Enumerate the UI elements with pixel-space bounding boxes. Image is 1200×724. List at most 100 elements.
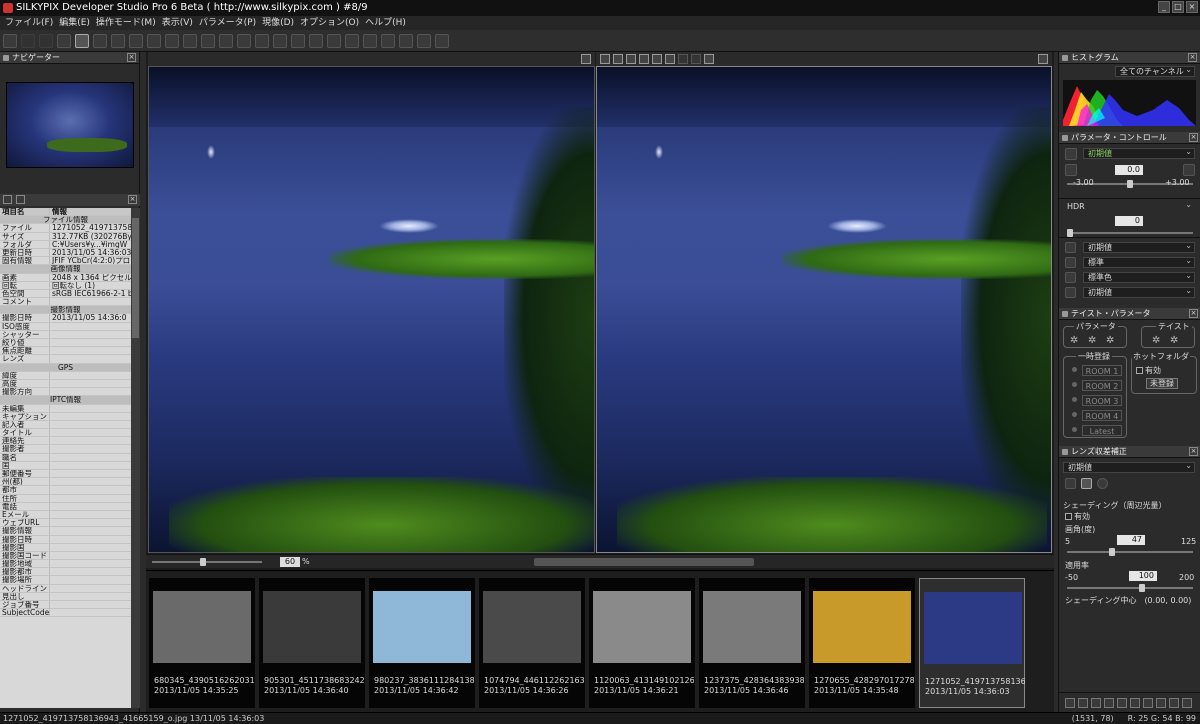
fullscreen-icon[interactable] xyxy=(435,33,449,48)
lens-tab-2-icon[interactable] xyxy=(1081,478,1092,489)
sharpness-icon[interactable] xyxy=(1065,287,1076,298)
tool-8-icon[interactable] xyxy=(1156,697,1166,708)
grid-view-icon[interactable] xyxy=(57,33,71,48)
rate-input[interactable]: 100 xyxy=(1129,571,1157,581)
tool-9-icon[interactable] xyxy=(1169,697,1179,708)
menu-option[interactable]: オプション(O) xyxy=(297,16,362,30)
navigator-thumbnail[interactable] xyxy=(6,82,134,168)
prev-icon[interactable] xyxy=(652,54,662,64)
menu-develop[interactable]: 現像(D) xyxy=(259,16,297,30)
room-3[interactable]: ROOM 3 xyxy=(1072,395,1132,406)
film-thumbnail[interactable]: 1237375_428364383938 2013/11/05 14:36:46 xyxy=(699,578,805,708)
shading-enable[interactable]: 有効 xyxy=(1065,511,1090,522)
color-icon[interactable] xyxy=(1065,272,1076,283)
info-scrollbar[interactable] xyxy=(131,208,140,708)
unregistered-button[interactable]: 未登録 xyxy=(1146,378,1178,389)
angle-input[interactable]: 47 xyxy=(1117,535,1145,545)
param-close-button[interactable]: × xyxy=(1189,133,1198,142)
menu-file[interactable]: ファイル(F) xyxy=(2,16,56,30)
puzzle-icon[interactable] xyxy=(417,33,431,48)
rate-slider[interactable] xyxy=(1067,584,1193,592)
lens-tab-3-icon[interactable] xyxy=(1097,478,1108,489)
menu-param[interactable]: パラメータ(P) xyxy=(196,16,259,30)
room-2[interactable]: ROOM 2 xyxy=(1072,380,1132,391)
film-thumbnail[interactable]: 1120063_413149102126 2013/11/05 14:36:21 xyxy=(589,578,695,708)
lens-tab-1-icon[interactable] xyxy=(1065,478,1076,489)
crop-icon[interactable] xyxy=(291,33,305,48)
film-thumbnail[interactable]: 905301_4511738683242 2013/11/05 14:36:40 xyxy=(259,578,365,708)
param-preset-select[interactable]: 初期値 xyxy=(1083,147,1195,159)
auto-exposure-icon[interactable] xyxy=(1183,164,1195,176)
compare-mode-icon[interactable] xyxy=(600,54,610,64)
sync-icon[interactable] xyxy=(613,54,623,64)
film-thumbnail[interactable]: 1270655_428297017278 2013/11/05 14:35:48 xyxy=(809,578,915,708)
hdr-slider[interactable] xyxy=(1067,229,1193,237)
minimize-button[interactable]: _ xyxy=(1158,1,1170,13)
hammer-icon[interactable] xyxy=(381,33,395,48)
tool-10-icon[interactable] xyxy=(1182,697,1192,708)
next-icon[interactable] xyxy=(665,54,675,64)
angle-slider[interactable] xyxy=(1067,548,1193,556)
exposure-icon[interactable] xyxy=(1065,164,1077,176)
preview-after[interactable] xyxy=(596,66,1052,553)
taste-apply-icon[interactable]: ✲ xyxy=(1170,335,1178,346)
hdr-select[interactable] xyxy=(1063,200,1195,212)
channel-select[interactable]: 全てのチャンネル xyxy=(1115,65,1195,77)
undo-icon[interactable] xyxy=(21,33,35,48)
param-preset-icon[interactable] xyxy=(1065,148,1077,160)
brush-icon[interactable] xyxy=(237,33,251,48)
menu-view[interactable]: 表示(V) xyxy=(159,16,196,30)
param-select-4[interactable]: 初期値 xyxy=(1083,286,1195,298)
taste-add-icon[interactable]: ✲ xyxy=(1152,335,1160,346)
undo-view-icon[interactable] xyxy=(678,54,688,64)
lens-preset-select[interactable]: 初期値 xyxy=(1063,461,1195,473)
preview-before[interactable] xyxy=(148,66,595,553)
maximize-button[interactable]: □ xyxy=(1172,1,1184,13)
compare-view-icon[interactable] xyxy=(111,33,125,48)
warning-icon[interactable] xyxy=(129,33,143,48)
picker-icon[interactable] xyxy=(219,33,233,48)
view-option-icon[interactable] xyxy=(704,54,714,64)
grid-icon[interactable] xyxy=(639,54,649,64)
menu-mode[interactable]: 操作モード(M) xyxy=(93,16,159,30)
histogram-close-button[interactable]: × xyxy=(1188,53,1197,62)
exposure-input[interactable]: 0.0 xyxy=(1115,165,1143,175)
film-thumbnail[interactable]: 1074794_446112262163 2013/11/05 14:36:26 xyxy=(479,578,585,708)
tool-5-icon[interactable] xyxy=(1117,697,1127,708)
info-tab-folder-icon[interactable] xyxy=(3,195,12,204)
rotate-left-icon[interactable] xyxy=(147,33,161,48)
param-select-3[interactable]: 標準色 xyxy=(1083,271,1195,283)
tool-4-icon[interactable] xyxy=(1104,697,1114,708)
view-close-icon[interactable] xyxy=(1038,54,1048,64)
menu-edit[interactable]: 編集(E) xyxy=(56,16,93,30)
horizontal-scrollbar[interactable] xyxy=(534,558,754,566)
left-view-option-icon[interactable] xyxy=(581,54,591,64)
white-balance-icon[interactable] xyxy=(201,33,215,48)
film-thumbnail[interactable]: 680345_4390516262031 2013/11/05 14:35:25 xyxy=(149,578,255,708)
filmstrip-view-icon[interactable] xyxy=(75,33,89,48)
tool-2-icon[interactable] xyxy=(1078,697,1088,708)
tool-7-icon[interactable] xyxy=(1143,697,1153,708)
tool-3-icon[interactable] xyxy=(1091,697,1101,708)
info-tab-comment-icon[interactable] xyxy=(16,195,25,204)
split-icon[interactable] xyxy=(626,54,636,64)
taste-icon-3[interactable]: ✲ xyxy=(1106,335,1114,346)
pen-icon[interactable] xyxy=(255,33,269,48)
check-icon[interactable] xyxy=(327,33,341,48)
star-icon[interactable] xyxy=(399,33,413,48)
develop-icon[interactable] xyxy=(3,33,17,48)
zoom-value[interactable]: 60 xyxy=(280,557,300,567)
tools-icon[interactable] xyxy=(273,33,287,48)
zoom-icon[interactable] xyxy=(183,33,197,48)
room-4[interactable]: ROOM 4 xyxy=(1072,410,1132,421)
info-close-button[interactable]: × xyxy=(128,195,137,204)
single-view-icon[interactable] xyxy=(93,33,107,48)
rotate-icon[interactable] xyxy=(309,33,323,48)
film-thumbnail[interactable]: 1271052_419713758136 2013/11/05 14:36:03 xyxy=(919,578,1025,708)
taste-icon-1[interactable]: ✲ xyxy=(1070,335,1078,346)
room-1[interactable]: ROOM 1 xyxy=(1072,365,1132,376)
hot-folder-enable[interactable]: 有効 xyxy=(1136,365,1161,376)
room-latest[interactable]: Latest xyxy=(1072,425,1132,436)
level-icon[interactable] xyxy=(363,33,377,48)
redo-icon[interactable] xyxy=(39,33,53,48)
